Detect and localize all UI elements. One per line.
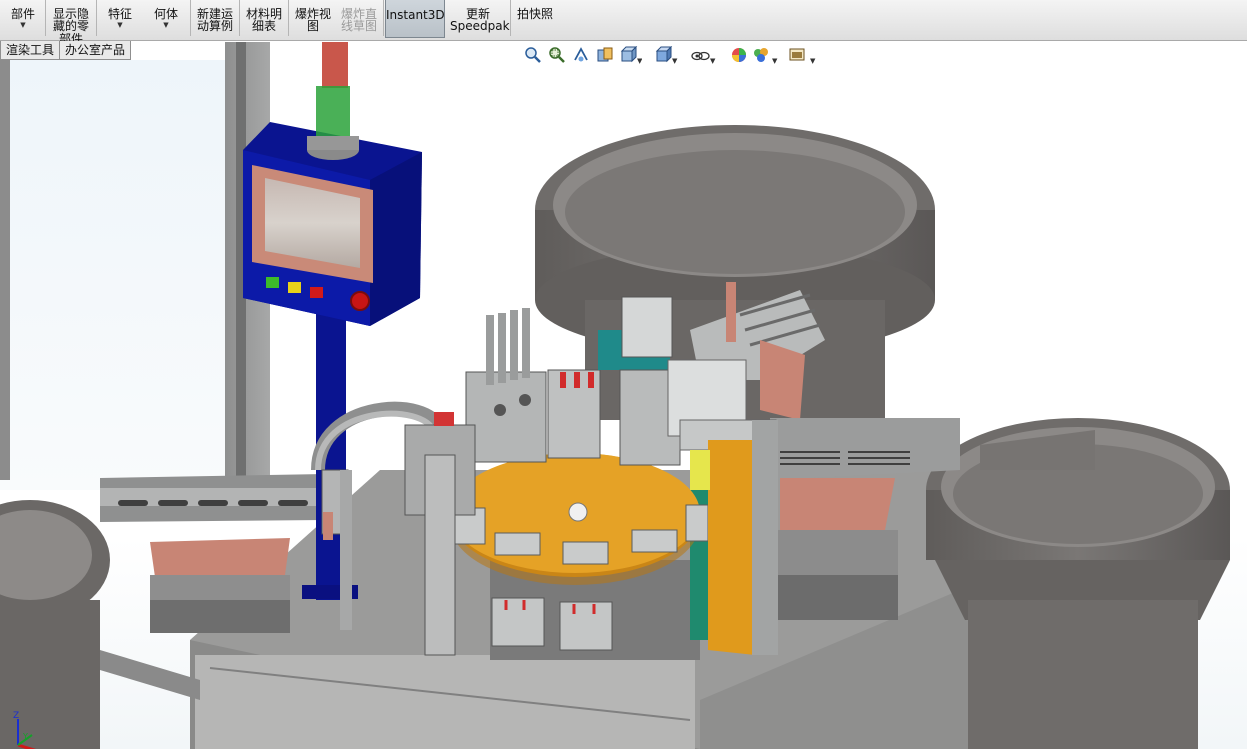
- zoom-to-area-icon[interactable]: [548, 46, 566, 68]
- ribbon-new-motion-study-button[interactable]: 新建运 动算例: [194, 0, 236, 33]
- svg-text:▼: ▼: [672, 57, 678, 64]
- ribbon-label: 部件: [10, 6, 35, 21]
- command-manager-tabs: 渲染工具 办公室产品: [0, 41, 132, 60]
- yellow-bracket: [690, 450, 710, 490]
- ribbon-feature-button[interactable]: 特征 ▼: [102, 0, 138, 44]
- gray-support-column: [752, 420, 778, 655]
- ribbon-separator: [190, 0, 191, 36]
- ribbon-explode-line-sketch-button[interactable]: 爆炸直 线草图: [338, 0, 380, 33]
- tab-render-tools[interactable]: 渲染工具: [0, 41, 61, 60]
- ribbon-separator: [288, 0, 289, 36]
- ribbon-label: 特征: [107, 6, 132, 21]
- ribbon-label: 何体: [153, 6, 178, 21]
- pick-place-rod: [323, 512, 333, 540]
- apply-scene-icon[interactable]: ▼: [752, 46, 778, 68]
- ribbon-label: 爆炸视 图: [294, 6, 331, 33]
- ribbon-separator: [45, 0, 46, 36]
- left-frame-rail: [100, 650, 200, 700]
- ribbon-take-snapshot-button[interactable]: 拍快照: [514, 0, 556, 20]
- pick-place-post: [340, 470, 352, 630]
- view-orientation-icon[interactable]: ▼: [620, 45, 643, 68]
- coordinate-triad-icon: Z Y: [13, 711, 37, 749]
- hmi-side-face: [370, 152, 422, 326]
- chevron-down-icon[interactable]: ▼: [6, 20, 40, 31]
- assembly-station-center: [547, 369, 601, 459]
- ribbon-exploded-view-button[interactable]: 爆炸视 图: [292, 0, 334, 33]
- frame-post: [0, 60, 10, 480]
- signal-light-green: [316, 86, 350, 136]
- hmi-yellow-button: [288, 282, 301, 293]
- ribbon-bill-of-materials-button[interactable]: 材料明 细表: [243, 0, 285, 33]
- graphics-viewport[interactable]: Z Y: [0, 41, 1247, 749]
- assembly-station-left: [465, 308, 547, 463]
- ribbon-label: 新建运 动算例: [196, 6, 233, 33]
- svg-text:Z: Z: [13, 711, 19, 721]
- ribbon-label: Instant3D: [386, 7, 445, 22]
- signal-light-red: [322, 42, 348, 88]
- right-feeder-chute: [780, 478, 895, 535]
- ribbon-reference-geometry-button[interactable]: 何体 ▼: [148, 0, 184, 44]
- right-linear-feeder: [770, 418, 960, 480]
- ribbon-update-speedpak-button[interactable]: 更新 Speedpak: [450, 0, 510, 33]
- svg-text:▼: ▼: [710, 57, 716, 64]
- emergency-stop-button: [350, 291, 370, 311]
- chevron-down-icon[interactable]: ▼: [148, 20, 184, 31]
- svg-text:▼: ▼: [637, 57, 642, 64]
- right-feeder-base-shadow: [778, 575, 898, 620]
- orange-support-column: [708, 440, 755, 655]
- ribbon-separator: [96, 0, 97, 36]
- pick-place-red-part: [434, 412, 454, 426]
- ribbon-separator: [510, 0, 511, 36]
- svg-text:▼: ▼: [810, 57, 816, 64]
- previous-view-icon[interactable]: [572, 46, 590, 68]
- left-feeder-chute: [150, 538, 290, 577]
- hmi-green-button: [266, 277, 279, 288]
- ribbon-components-button[interactable]: 部件 ▼: [6, 0, 40, 44]
- main-bowl-inner: [565, 150, 905, 274]
- ribbon-instant3d-button[interactable]: Instant3D: [385, 0, 445, 38]
- ribbon-label: 更新 Speedpak: [450, 6, 510, 33]
- cabinet-front: [195, 655, 695, 749]
- edit-appearance-icon[interactable]: [730, 46, 748, 68]
- feeder-slots: [118, 500, 308, 506]
- ribbon-show-hidden-components-button[interactable]: 显示隐 藏的零 部件: [49, 0, 93, 45]
- ribbon-label: 材料明 细表: [245, 6, 282, 33]
- command-ribbon: 部件 ▼ 显示隐 藏的零 部件 特征 ▼ 何体 ▼ 新建运 动算例 材料明 细表…: [0, 0, 1247, 45]
- ribbon-separator: [383, 0, 384, 36]
- hide-show-items-icon[interactable]: ▼: [690, 46, 716, 68]
- zoom-to-fit-icon[interactable]: [524, 46, 542, 68]
- ribbon-label: 显示隐 藏的零 部件: [52, 6, 89, 46]
- section-view-icon[interactable]: [596, 46, 614, 68]
- ribbon-label: 拍快照: [516, 6, 553, 21]
- rear-feeder-post: [726, 282, 736, 342]
- view-settings-icon[interactable]: ▼: [788, 46, 818, 68]
- turntable-hub: [568, 502, 588, 522]
- svg-text:Y: Y: [22, 732, 28, 741]
- display-style-icon[interactable]: ▼: [654, 45, 678, 68]
- pick-place-upright: [424, 454, 456, 656]
- signal-tower-mount: [307, 136, 359, 150]
- left-feeder-base-shadow: [150, 600, 290, 633]
- background-window: [0, 60, 230, 490]
- ribbon-separator: [239, 0, 240, 36]
- hmi-red-button: [310, 287, 323, 298]
- tab-office-products[interactable]: 办公室产品: [60, 41, 132, 60]
- assembly-render[interactable]: [0, 41, 1247, 749]
- chevron-down-icon[interactable]: ▼: [102, 20, 138, 31]
- ribbon-label: 爆炸直 线草图: [340, 6, 377, 33]
- right-bowl-column: [968, 600, 1198, 749]
- svg-text:▼: ▼: [772, 57, 778, 64]
